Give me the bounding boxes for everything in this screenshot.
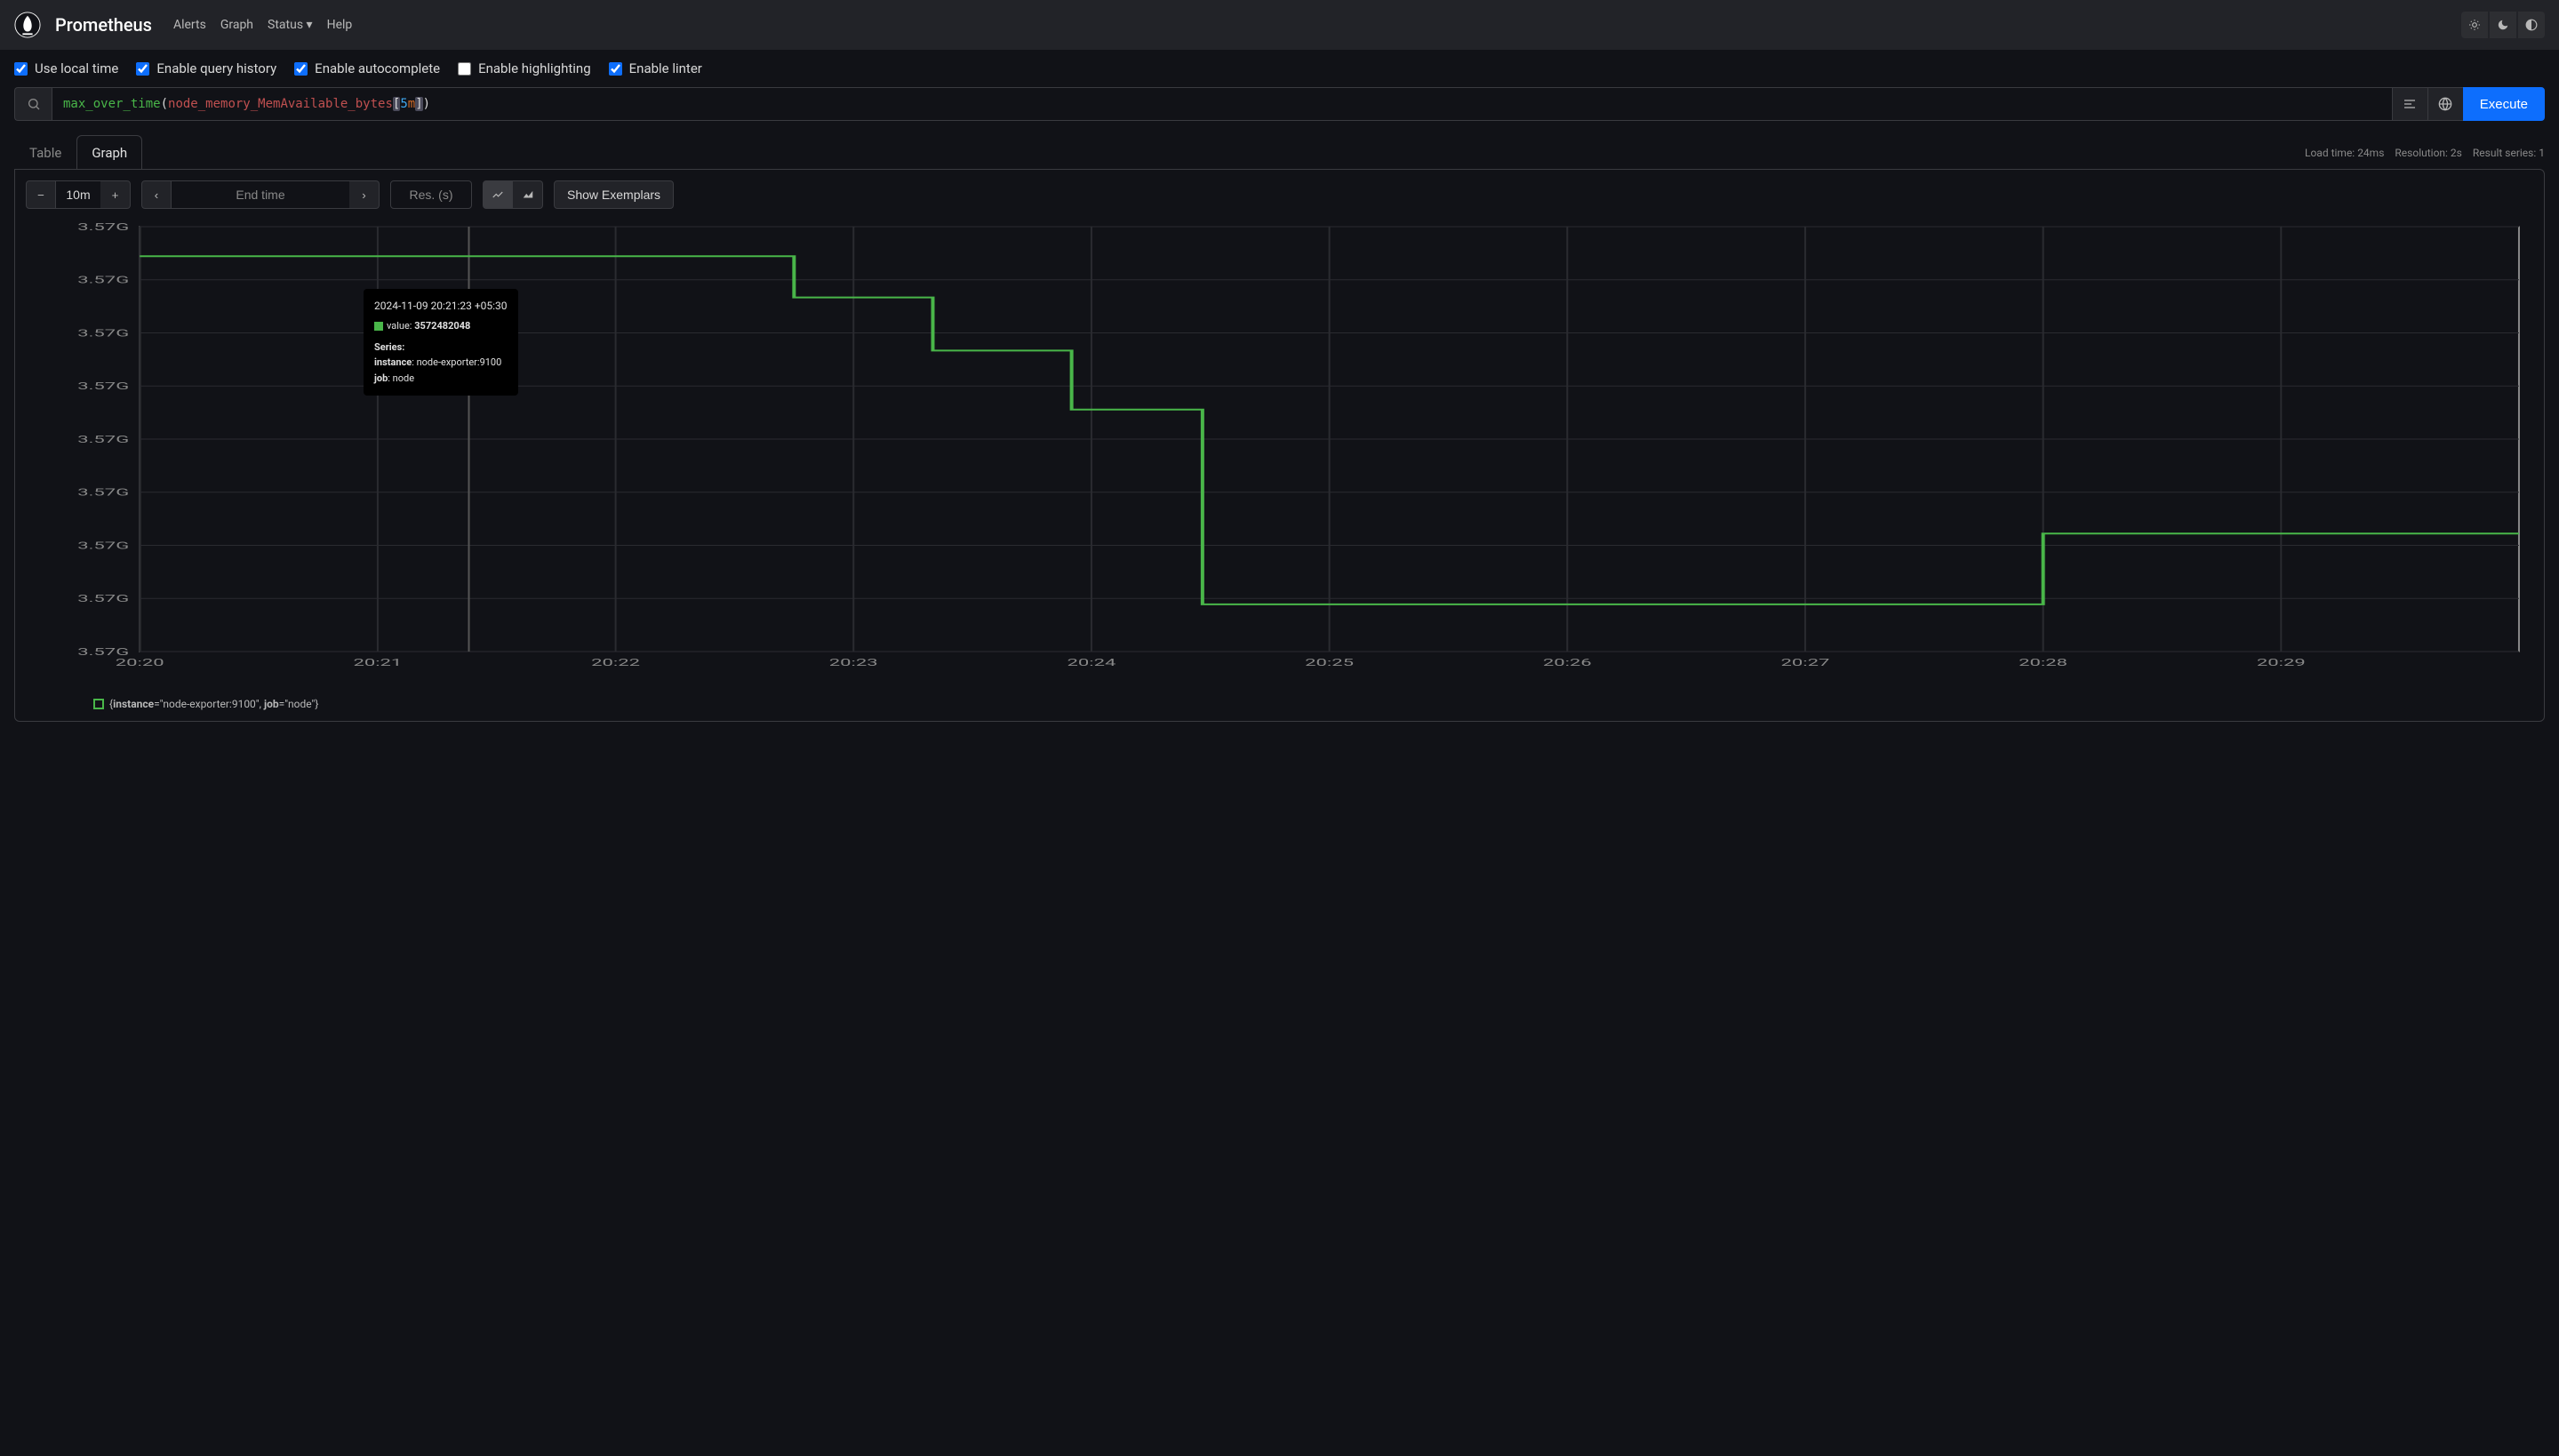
navbar: Prometheus Alerts Graph Status ▾ Help: [0, 0, 2559, 50]
caret-down-icon: ▾: [307, 18, 313, 32]
chevron-left-icon: ‹: [155, 188, 158, 202]
svg-text:3.57G: 3.57G: [77, 647, 129, 659]
svg-text:3.57G: 3.57G: [77, 487, 129, 499]
range-increase-button[interactable]: +: [100, 180, 131, 209]
chart-type-line-button[interactable]: [483, 180, 513, 209]
tabs: Table Graph: [14, 135, 142, 170]
svg-text:3.57G: 3.57G: [77, 328, 129, 340]
stat-result-series: Result series: 1: [2473, 147, 2545, 159]
minus-icon: −: [37, 188, 44, 202]
range-input[interactable]: [56, 180, 100, 209]
svg-text:3.57G: 3.57G: [77, 540, 129, 552]
format-query-button[interactable]: [2392, 87, 2427, 121]
opt-autocomplete-checkbox[interactable]: [294, 62, 308, 76]
svg-text:20:24: 20:24: [1067, 658, 1116, 669]
globe-button[interactable]: [2427, 87, 2463, 121]
svg-text:20:20: 20:20: [116, 658, 164, 669]
chart-area[interactable]: 3.57G 3.57G 3.57G 3.57G 3.57G 3.57G 3.57G 3.57G…: [26, 220, 2533, 673]
query-stats: Load time: 24ms Resolution: 2s Result se…: [2305, 147, 2545, 159]
opt-highlighting[interactable]: Enable highlighting: [458, 60, 591, 76]
sun-icon: [2468, 19, 2481, 31]
opt-query-history-checkbox[interactable]: [136, 62, 149, 76]
graph-panel: − + ‹ › Show Exemplars 3.57G3.57G3.57G3.…: [14, 169, 2545, 722]
svg-text:3.57G: 3.57G: [77, 435, 129, 446]
tooltip-timestamp: 2024-11-09 20:21:23 +05:30: [374, 298, 508, 315]
format-icon: [2403, 97, 2417, 111]
time-back-button[interactable]: ‹: [141, 180, 172, 209]
theme-dark-button[interactable]: [2490, 12, 2516, 38]
chart-type-group: [483, 180, 543, 209]
line-chart-icon: [492, 188, 504, 201]
chevron-right-icon: ›: [362, 188, 365, 202]
options-bar: Use local time Enable query history Enab…: [0, 50, 2559, 87]
contrast-icon: [2525, 19, 2538, 31]
legend-swatch: [93, 699, 104, 709]
query-input[interactable]: max_over_time(node_memory_MemAvailable_b…: [52, 87, 2392, 121]
chart-tooltip: 2024-11-09 20:21:23 +05:30 value: 357248…: [364, 289, 518, 396]
brand-title: Prometheus: [55, 14, 152, 36]
metrics-explorer-button[interactable]: [14, 87, 52, 121]
chart-svg: 3.57G 3.57G 3.57G 3.57G 3.57G 3.57G 3.57G 3.57G…: [26, 220, 2533, 673]
svg-text:3.57G: 3.57G: [77, 275, 129, 286]
opt-linter[interactable]: Enable linter: [609, 60, 702, 76]
end-time-group: ‹ ›: [141, 180, 380, 209]
svg-text:20:27: 20:27: [1781, 658, 1830, 669]
end-time-input[interactable]: [172, 180, 349, 209]
svg-text:20:21: 20:21: [353, 658, 402, 669]
opt-local-time[interactable]: Use local time: [14, 60, 118, 76]
globe-icon: [2438, 97, 2452, 111]
theme-light-button[interactable]: [2461, 12, 2488, 38]
tab-graph[interactable]: Graph: [76, 135, 142, 170]
chart-type-stacked-button[interactable]: [513, 180, 543, 209]
chart-legend[interactable]: {instance="node-exporter:9100", job="nod…: [26, 698, 2533, 710]
nav-graph[interactable]: Graph: [220, 11, 253, 39]
tooltip-swatch: [374, 322, 383, 331]
search-icon: [27, 97, 41, 111]
query-row: max_over_time(node_memory_MemAvailable_b…: [0, 87, 2559, 128]
execute-button[interactable]: Execute: [2463, 87, 2545, 121]
opt-query-history[interactable]: Enable query history: [136, 60, 276, 76]
opt-local-time-checkbox[interactable]: [14, 62, 28, 76]
area-chart-icon: [522, 188, 534, 201]
svg-text:3.57G: 3.57G: [77, 222, 129, 234]
theme-auto-button[interactable]: [2518, 12, 2545, 38]
svg-text:20:28: 20:28: [2019, 658, 2067, 669]
svg-text:20:23: 20:23: [829, 658, 878, 669]
legend-text: {instance="node-exporter:9100", job="nod…: [109, 698, 318, 710]
show-exemplars-button[interactable]: Show Exemplars: [554, 180, 674, 209]
opt-highlighting-checkbox[interactable]: [458, 62, 471, 76]
nav-status[interactable]: Status ▾: [268, 11, 313, 39]
tab-table[interactable]: Table: [14, 135, 76, 170]
nav-links: Alerts Graph Status ▾ Help: [173, 11, 352, 39]
tabs-row: Table Graph Load time: 24ms Resolution: …: [0, 135, 2559, 170]
nav-help[interactable]: Help: [327, 11, 353, 39]
svg-text:20:25: 20:25: [1305, 658, 1354, 669]
svg-text:20:22: 20:22: [591, 658, 640, 669]
time-forward-button[interactable]: ›: [349, 180, 380, 209]
stat-resolution: Resolution: 2s: [2395, 147, 2461, 159]
plus-icon: +: [112, 188, 119, 202]
stat-load-time: Load time: 24ms: [2305, 147, 2384, 159]
graph-controls: − + ‹ › Show Exemplars: [26, 180, 2533, 209]
query-text: max_over_time(node_memory_MemAvailable_b…: [63, 88, 2381, 120]
svg-text:20:29: 20:29: [2257, 658, 2306, 669]
opt-autocomplete[interactable]: Enable autocomplete: [294, 60, 440, 76]
range-decrease-button[interactable]: −: [26, 180, 56, 209]
svg-text:3.57G: 3.57G: [77, 594, 129, 605]
moon-icon: [2497, 19, 2509, 31]
svg-text:20:26: 20:26: [1543, 658, 1592, 669]
theme-buttons: [2461, 12, 2545, 38]
resolution-input[interactable]: [390, 180, 472, 209]
nav-alerts[interactable]: Alerts: [173, 11, 206, 39]
svg-text:3.57G: 3.57G: [77, 381, 129, 393]
range-group: − +: [26, 180, 131, 209]
prometheus-logo-icon: [14, 12, 41, 38]
opt-linter-checkbox[interactable]: [609, 62, 622, 76]
